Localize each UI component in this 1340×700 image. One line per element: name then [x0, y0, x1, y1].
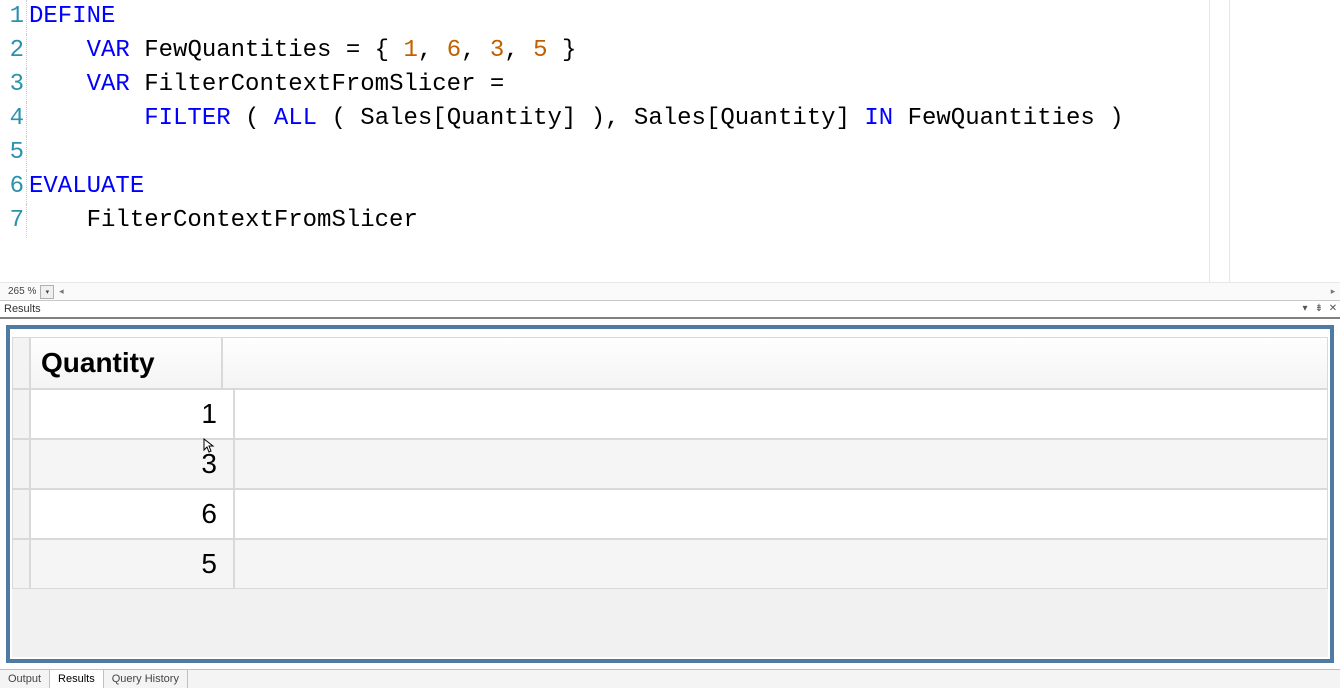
results-panel-title: Results [4, 301, 41, 317]
zoom-dropdown[interactable]: ▾ [40, 285, 54, 299]
code-line[interactable]: 1DEFINE [0, 0, 1340, 34]
results-panel-titlebar: Results ▾ ⇟ ✕ [0, 300, 1340, 317]
bottom-tab-strip: Output Results Query History [0, 669, 1340, 688]
code-line[interactable]: 6EVALUATE [0, 170, 1340, 204]
code-line[interactable]: 2 VAR FewQuantities = { 1, 6, 3, 5 } [0, 34, 1340, 68]
line-number: 4 [0, 102, 27, 136]
code-text[interactable]: FilterContextFromSlicer [27, 204, 418, 238]
results-grid-body: 1365 [12, 389, 1328, 657]
table-row[interactable]: 5 [12, 539, 1328, 589]
line-number: 7 [0, 204, 27, 238]
cell-quantity[interactable]: 1 [30, 389, 234, 439]
tab-label: Results [58, 673, 95, 685]
row-selector[interactable] [12, 489, 30, 539]
results-grid-header: Quantity [12, 337, 1328, 389]
column-header-quantity[interactable]: Quantity [30, 337, 222, 389]
cell-quantity[interactable]: 5 [30, 539, 234, 589]
code-text[interactable]: VAR FilterContextFromSlicer = [27, 68, 504, 102]
cell-quantity[interactable]: 6 [30, 489, 234, 539]
tab-output[interactable]: Output [0, 670, 50, 688]
cell-empty [234, 389, 1328, 439]
code-line[interactable]: 3 VAR FilterContextFromSlicer = [0, 68, 1340, 102]
editor-ruler [1209, 0, 1210, 282]
column-header-empty [222, 337, 1328, 389]
zoom-level: 265 % [0, 286, 38, 297]
line-number: 3 [0, 68, 27, 102]
code-text[interactable]: FILTER ( ALL ( Sales[Quantity] ), Sales[… [27, 102, 1124, 136]
code-text[interactable]: DEFINE [27, 0, 115, 34]
code-line[interactable]: 5 [0, 136, 1340, 170]
tab-label: Output [8, 673, 41, 685]
line-number: 6 [0, 170, 27, 204]
scroll-right-icon[interactable]: ▸ [1326, 286, 1340, 297]
code-editor[interactable]: 1DEFINE2 VAR FewQuantities = { 1, 6, 3, … [0, 0, 1340, 282]
line-number: 2 [0, 34, 27, 68]
table-row[interactable]: 6 [12, 489, 1328, 539]
mouse-cursor-icon [203, 438, 215, 454]
panel-close-icon[interactable]: ✕ [1326, 301, 1340, 317]
editor-ruler [1229, 0, 1230, 282]
tab-query-history[interactable]: Query History [104, 670, 188, 688]
row-selector[interactable] [12, 439, 30, 489]
cell-empty [234, 439, 1328, 489]
code-line[interactable]: 4 FILTER ( ALL ( Sales[Quantity] ), Sale… [0, 102, 1340, 136]
table-row[interactable]: 1 [12, 389, 1328, 439]
cell-empty [234, 489, 1328, 539]
results-grid-frame: Quantity 1365 [6, 325, 1334, 663]
tab-label: Query History [112, 673, 179, 685]
code-editor-pane[interactable]: 1DEFINE2 VAR FewQuantities = { 1, 6, 3, … [0, 0, 1340, 300]
scroll-left-icon[interactable]: ◂ [54, 286, 68, 297]
cell-empty [234, 539, 1328, 589]
code-text[interactable]: VAR FewQuantities = { 1, 6, 3, 5 } [27, 34, 576, 68]
tab-results[interactable]: Results [50, 670, 104, 688]
row-selector[interactable] [12, 389, 30, 439]
panel-menu-icon[interactable]: ▾ [1298, 301, 1312, 317]
code-text[interactable] [27, 136, 29, 170]
code-text[interactable]: EVALUATE [27, 170, 144, 204]
code-line[interactable]: 7 FilterContextFromSlicer [0, 204, 1340, 238]
panel-pin-icon[interactable]: ⇟ [1312, 301, 1326, 317]
column-header-label: Quantity [41, 347, 155, 379]
line-number: 5 [0, 136, 27, 170]
results-panel: Quantity 1365 [0, 317, 1340, 669]
select-all-cell[interactable] [12, 337, 30, 389]
row-selector[interactable] [12, 539, 30, 589]
editor-status-bar: 265 % ▾ ◂ ▸ [0, 282, 1340, 300]
line-number: 1 [0, 0, 27, 34]
